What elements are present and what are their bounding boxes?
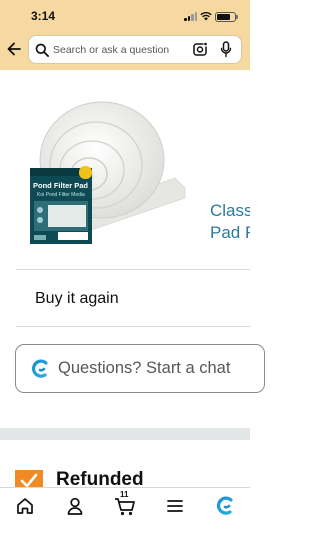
section-separator (0, 428, 250, 440)
divider (16, 326, 250, 327)
rufus-icon[interactable] (212, 494, 238, 518)
product-title-line-1: Class (210, 201, 250, 220)
signal-icon (184, 12, 198, 21)
menu-icon[interactable] (162, 494, 188, 518)
search-header: Search or ask a question (0, 30, 250, 70)
camera-lens-icon[interactable] (193, 42, 208, 57)
cart-icon[interactable]: 11 (112, 490, 138, 518)
divider (16, 269, 250, 270)
account-icon[interactable] (62, 494, 88, 518)
rufus-assistant-icon (31, 359, 48, 378)
start-chat-button[interactable]: Questions? Start a chat (15, 344, 265, 393)
microphone-icon[interactable] (220, 41, 232, 58)
product-title[interactable]: Class Pad F (210, 200, 250, 244)
status-time: 3:14 (31, 9, 56, 23)
package-subtitle: Koi Pond Filter Media (37, 192, 85, 198)
search-placeholder: Search or ask a question (53, 44, 170, 56)
order-status-row: Refunded (0, 440, 250, 492)
product-title-line-2: Pad F (210, 223, 250, 242)
search-input[interactable]: Search or ask a question (28, 35, 242, 64)
back-arrow-icon[interactable] (6, 40, 22, 58)
home-icon[interactable] (12, 494, 38, 518)
product-card[interactable]: Pond Filter Pad Koi Pond Filter Media Cl… (0, 70, 250, 245)
chat-prompt-text: Questions? Start a chat (58, 359, 231, 377)
bottom-nav: 11 (0, 487, 250, 540)
buy-again-button[interactable]: Buy it again (35, 290, 119, 308)
wifi-icon (200, 12, 212, 21)
package-title: Pond Filter Pad (33, 181, 88, 190)
search-icon (35, 43, 49, 57)
battery-icon (215, 12, 238, 22)
status-bar: 3:14 (0, 0, 250, 30)
cart-count-badge: 11 (120, 490, 129, 499)
